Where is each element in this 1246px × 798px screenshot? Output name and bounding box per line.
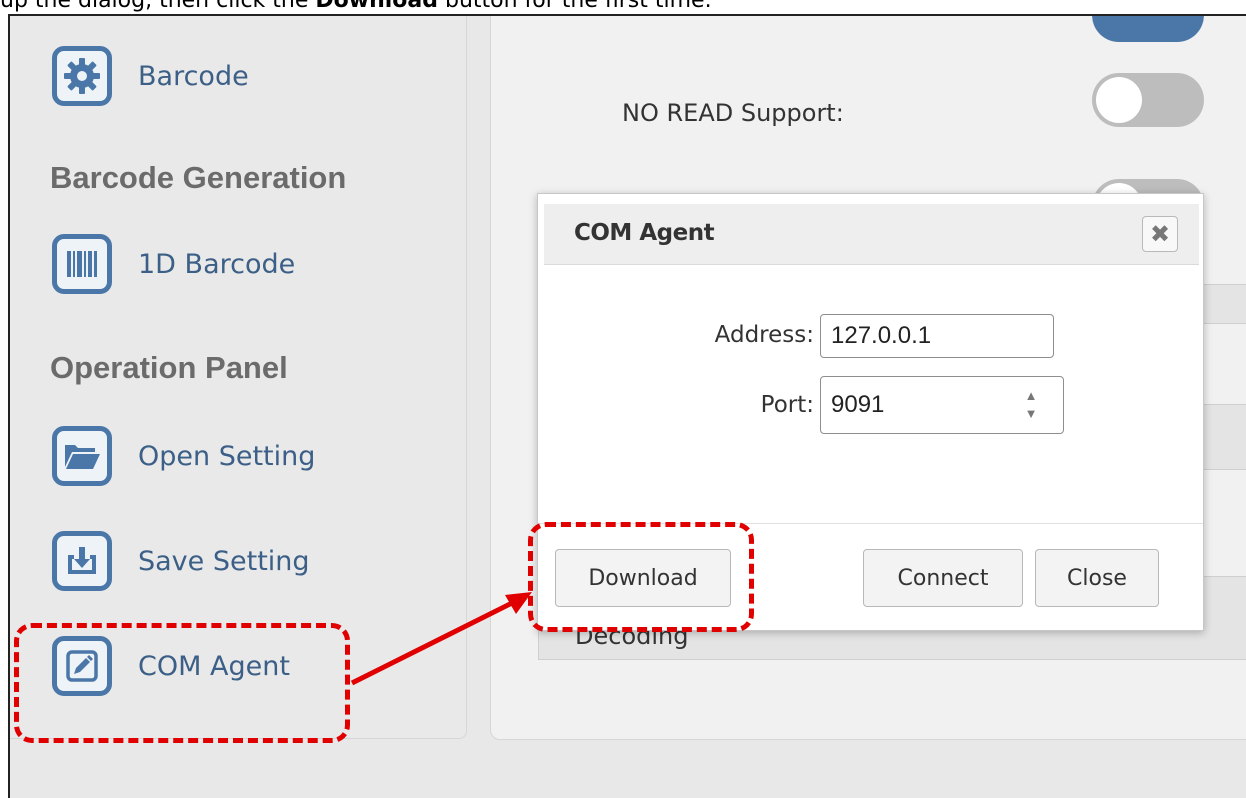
arrow-line <box>350 600 514 686</box>
annotation-arrow <box>350 592 532 686</box>
